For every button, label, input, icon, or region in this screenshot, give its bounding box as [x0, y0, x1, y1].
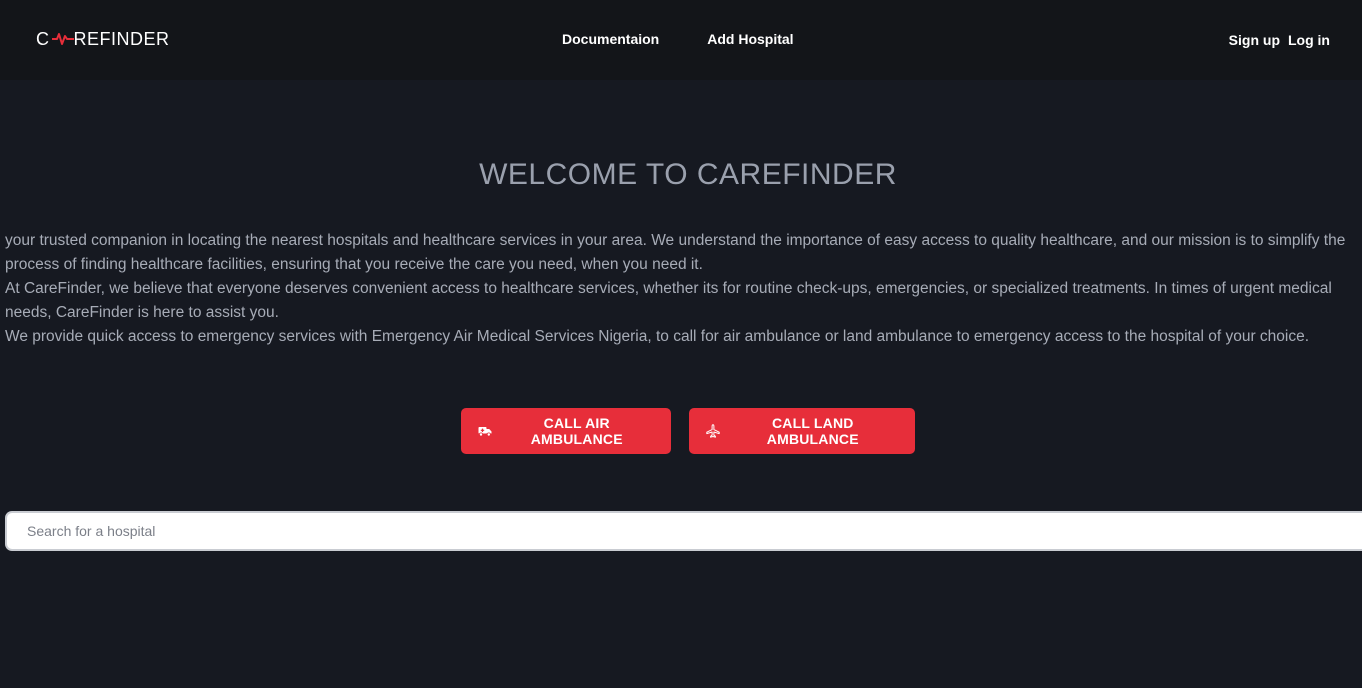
- logo-text-suffix: REFINDER: [73, 28, 170, 49]
- search-input[interactable]: [5, 511, 1362, 551]
- logo-text-prefix: C: [36, 28, 50, 49]
- hospital-search: [5, 511, 1362, 551]
- page-title: WELCOME TO CAREFINDER: [479, 158, 897, 191]
- truck-icon: [477, 423, 492, 439]
- top-navbar: C REFINDER Documentaion Add Hospital Sig…: [0, 0, 1362, 80]
- intro-paragraph: your trusted companion in locating the n…: [5, 232, 1346, 273]
- call-land-ambulance-label: CALL LAND AMBULANCE: [766, 415, 859, 447]
- heartbeat-icon: [51, 33, 74, 45]
- carefinder-logo[interactable]: C REFINDER: [36, 28, 170, 50]
- intro-paragraph: We provide quick access to emergency ser…: [5, 328, 1310, 345]
- auth-links: Sign up Log in: [1229, 31, 1330, 49]
- signup-link[interactable]: Sign up: [1229, 31, 1280, 49]
- nav-link-documentation[interactable]: Documentaion: [562, 30, 659, 48]
- call-air-ambulance-label: CALL AIR AMBULANCE: [530, 415, 623, 447]
- intro-text: your trusted companion in locating the n…: [5, 229, 1361, 349]
- ambulance-actions: CALL AIR AMBULANCE CALL LAND AMBULANCE: [461, 408, 915, 454]
- login-link[interactable]: Log in: [1288, 31, 1330, 49]
- nav-link-add-hospital[interactable]: Add Hospital: [707, 30, 793, 48]
- call-air-ambulance-button[interactable]: CALL AIR AMBULANCE: [461, 408, 671, 454]
- main-nav: Documentaion Add Hospital: [562, 30, 794, 48]
- plane-icon: [705, 423, 721, 439]
- intro-paragraph: At CareFinder, we believe that everyone …: [5, 280, 1332, 321]
- call-land-ambulance-button[interactable]: CALL LAND AMBULANCE: [689, 408, 915, 454]
